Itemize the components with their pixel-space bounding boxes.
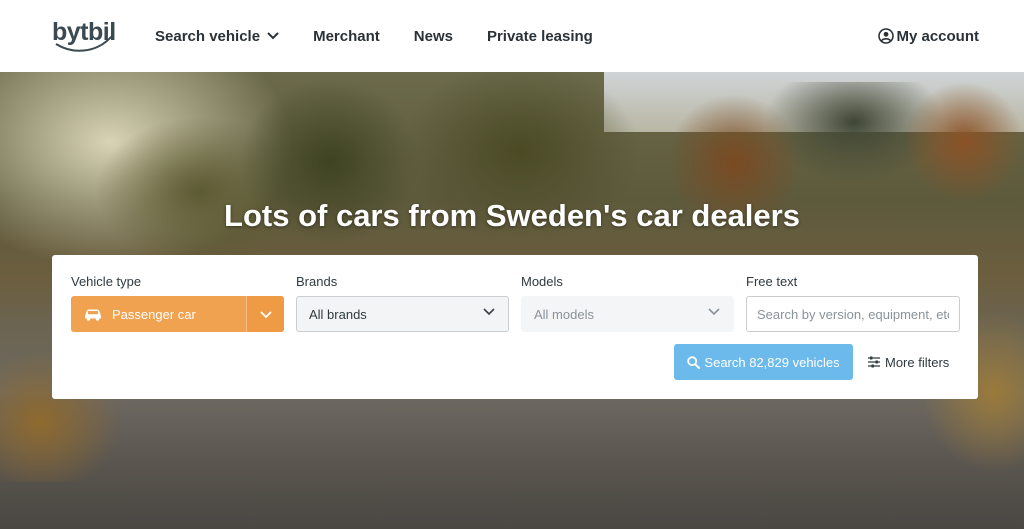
vehicle-type-select[interactable]: Passenger car <box>71 296 284 332</box>
nav-search-vehicle[interactable]: Search vehicle <box>155 28 279 45</box>
nav-label: Search vehicle <box>155 27 261 45</box>
hero-trees-right <box>664 82 1024 282</box>
hero-trees-left <box>0 72 680 282</box>
hero-road <box>0 390 1024 529</box>
search-panel: Vehicle type Brands Models Free text Pas… <box>52 255 978 399</box>
search-button-label: Search 82,829 vehicles <box>704 354 840 370</box>
brands-label: Brands <box>296 274 338 289</box>
free-text-label: Free text <box>746 274 798 289</box>
nav-private-leasing[interactable]: Private leasing <box>487 28 593 45</box>
nav-label: News <box>413 27 453 45</box>
chevron-down-icon <box>708 308 720 316</box>
vehicle-type-dropdown-toggle[interactable] <box>246 296 284 332</box>
bytbil-logo[interactable]: bytbil <box>52 14 116 54</box>
site-header: bytbil Search vehicle Merchant News Priv… <box>0 0 1024 72</box>
models-value: All models <box>534 306 594 322</box>
brands-value: All brands <box>309 306 367 322</box>
hero-title: Lots of cars from Sweden's car dealers <box>224 198 800 233</box>
models-select[interactable]: All models <box>521 296 734 332</box>
nav-merchant[interactable]: Merchant <box>313 28 380 45</box>
user-icon <box>878 28 895 44</box>
car-icon <box>83 307 103 321</box>
vehicle-type-value: Passenger car <box>112 306 196 322</box>
models-label: Models <box>521 274 563 289</box>
brands-select[interactable]: All brands <box>296 296 509 332</box>
search-vehicles-button[interactable]: Search 82,829 vehicles <box>674 344 853 380</box>
account-label: My account <box>896 27 979 45</box>
my-account-link[interactable]: My account <box>878 0 979 72</box>
more-filters-button[interactable]: More filters <box>867 344 949 380</box>
sliders-icon <box>867 356 881 368</box>
main-nav: Search vehicle Merchant News Private lea… <box>155 0 627 72</box>
free-text-input[interactable] <box>746 296 960 332</box>
logo-text: bytbil <box>52 18 116 46</box>
vehicle-type-label: Vehicle type <box>71 274 142 289</box>
more-filters-label: More filters <box>885 354 950 370</box>
nav-label: Private leasing <box>486 27 593 45</box>
chevron-down-icon <box>259 307 272 322</box>
nav-news[interactable]: News <box>414 28 453 45</box>
search-icon <box>687 355 701 369</box>
nav-label: Merchant <box>313 27 380 45</box>
chevron-down-icon <box>267 32 279 40</box>
chevron-down-icon <box>483 308 495 316</box>
